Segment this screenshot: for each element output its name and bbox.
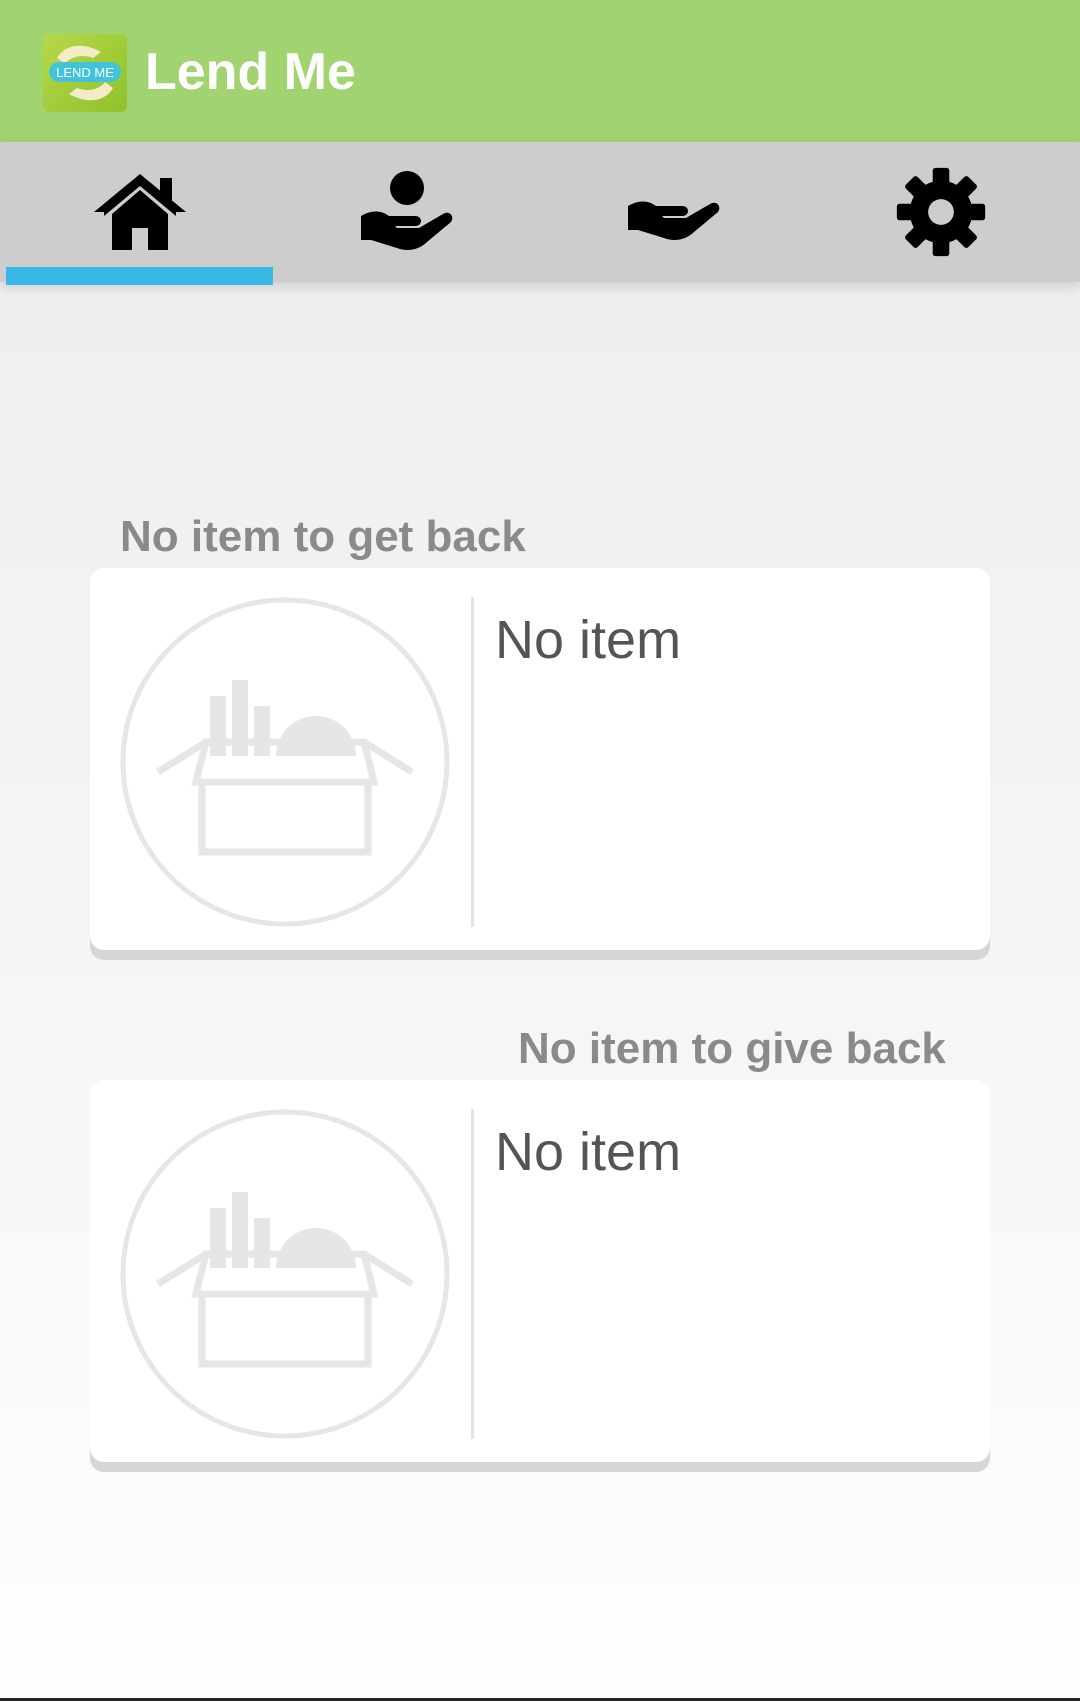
- tab-borrowed[interactable]: [273, 142, 540, 282]
- home-icon: [93, 174, 186, 250]
- empty-box-icon: [120, 597, 450, 927]
- item-name: No item: [495, 1122, 682, 1182]
- borrow-hand-icon: [360, 171, 452, 250]
- selected-tab-indicator: [6, 267, 273, 285]
- tab-settings[interactable]: [807, 142, 1074, 282]
- section-label-get-back: No item to get back: [120, 512, 526, 561]
- gear-icon: [896, 167, 985, 257]
- item-name: No item: [495, 610, 682, 670]
- tab-bar: [0, 142, 1080, 282]
- svg-text:LEND ME: LEND ME: [56, 65, 114, 80]
- app-bar: LEND ME Lend Me: [0, 0, 1080, 142]
- card-divider: [471, 1109, 474, 1439]
- item-card-give-back[interactable]: No item: [90, 1080, 990, 1462]
- card-divider: [471, 597, 474, 927]
- tab-home[interactable]: [6, 142, 273, 282]
- tab-lent[interactable]: [540, 142, 807, 282]
- lend-hand-icon: [627, 201, 719, 240]
- item-card-get-back[interactable]: No item: [90, 568, 990, 950]
- section-label-give-back: No item to give back: [518, 1024, 946, 1073]
- app-title: Lend Me: [145, 43, 356, 101]
- app-logo-icon: LEND ME: [43, 34, 127, 112]
- empty-box-icon: [120, 1109, 450, 1439]
